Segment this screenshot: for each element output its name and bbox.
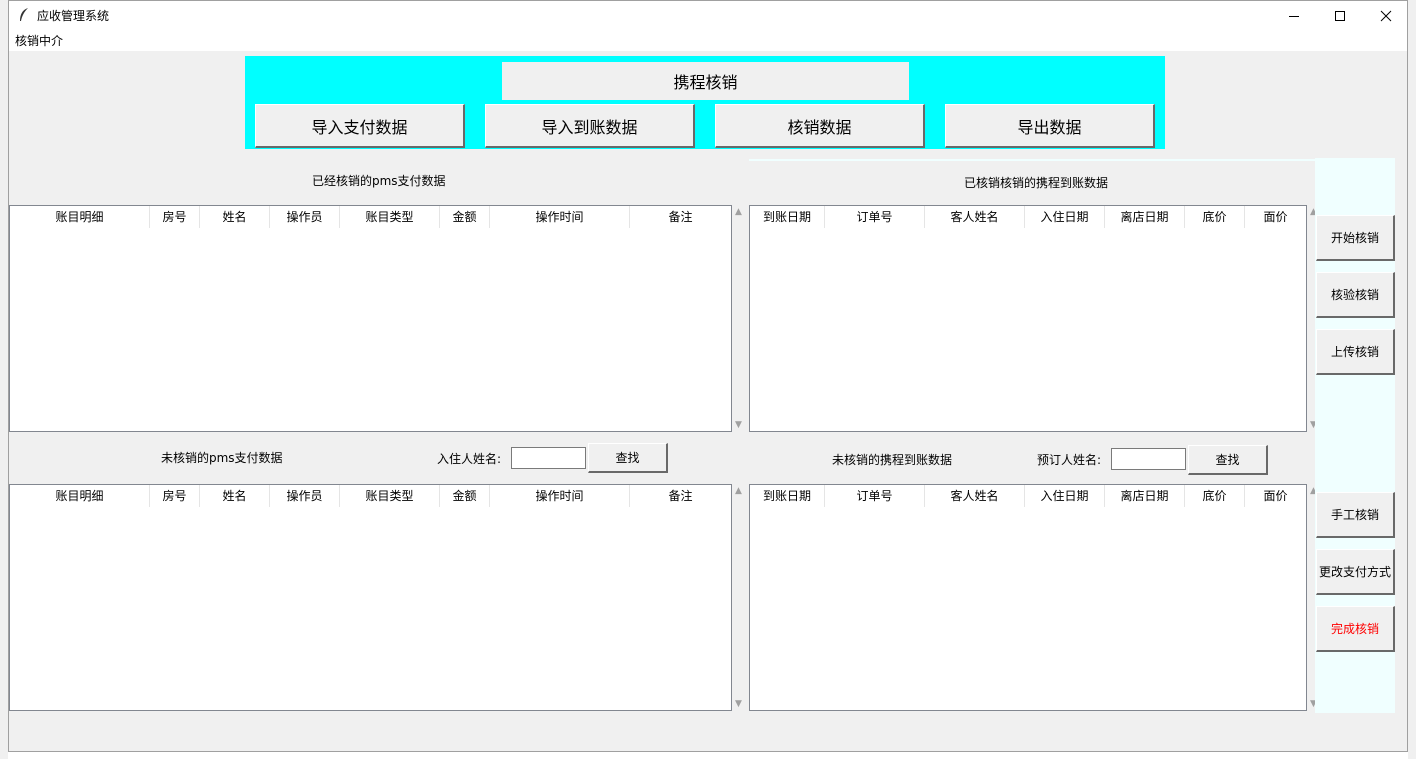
- start-reconcile-button[interactable]: 开始核销: [1316, 215, 1395, 261]
- scroll-up-icon[interactable]: ▲: [735, 486, 742, 496]
- menu-item-agent[interactable]: 核销中介: [15, 34, 63, 48]
- column-header[interactable]: 面价: [1245, 485, 1306, 507]
- divider: [749, 159, 1324, 161]
- reconciled-pms-table[interactable]: 账目明细 房号 姓名 操作员 账目类型 金额 操作时间 备注: [9, 205, 732, 432]
- column-header[interactable]: 操作时间: [490, 206, 630, 228]
- column-header[interactable]: 底价: [1185, 485, 1245, 507]
- title-bar: 应收管理系统: [9, 1, 1407, 31]
- column-header[interactable]: 客人姓名: [925, 485, 1025, 507]
- scrollbar[interactable]: ▲ ▼: [732, 205, 749, 432]
- reconcile-data-button[interactable]: 核销数据: [715, 104, 925, 148]
- column-header[interactable]: 账目明细: [10, 485, 150, 507]
- column-header[interactable]: 姓名: [200, 206, 270, 228]
- import-arrival-button[interactable]: 导入到账数据: [485, 104, 695, 148]
- scrollbar[interactable]: ▲ ▼: [732, 484, 749, 711]
- finish-reconcile-button[interactable]: 完成核销: [1316, 606, 1395, 652]
- column-header[interactable]: 订单号: [825, 485, 925, 507]
- upload-reconcile-button[interactable]: 上传核销: [1316, 329, 1395, 375]
- column-header[interactable]: 账目明细: [10, 206, 150, 228]
- search-ctrip-button[interactable]: 查找: [1188, 445, 1268, 475]
- minimize-button[interactable]: [1271, 1, 1317, 31]
- import-payment-button[interactable]: 导入支付数据: [255, 104, 465, 148]
- toolbar: 携程核销 导入支付数据 导入到账数据 核销数据 导出数据: [245, 56, 1165, 149]
- guest-name-input[interactable]: [511, 447, 586, 469]
- unreconciled-pms-title: 未核销的pms支付数据: [161, 451, 283, 465]
- column-header[interactable]: 房号: [150, 485, 200, 507]
- ctrip-reconcile-button[interactable]: 携程核销: [502, 62, 909, 100]
- column-header[interactable]: 入住日期: [1025, 206, 1105, 228]
- column-header[interactable]: 备注: [630, 206, 731, 228]
- column-header[interactable]: 到账日期: [750, 206, 825, 228]
- column-header[interactable]: 备注: [630, 485, 731, 507]
- column-header[interactable]: 离店日期: [1105, 206, 1185, 228]
- booker-name-label: 预订人姓名:: [1037, 453, 1102, 467]
- search-pms-button[interactable]: 查找: [588, 443, 668, 473]
- scroll-down-icon[interactable]: ▼: [735, 699, 742, 709]
- scroll-down-icon[interactable]: ▼: [735, 420, 742, 430]
- feather-icon: [18, 7, 30, 23]
- column-header[interactable]: 房号: [150, 206, 200, 228]
- column-header[interactable]: 面价: [1245, 206, 1306, 228]
- column-header[interactable]: 操作员: [270, 206, 340, 228]
- column-header[interactable]: 金额: [440, 485, 490, 507]
- background-left: [0, 0, 8, 759]
- column-header[interactable]: 金额: [440, 206, 490, 228]
- unreconciled-ctrip-title: 未核销的携程到账数据: [832, 453, 953, 467]
- column-header[interactable]: 客人姓名: [925, 206, 1025, 228]
- maximize-button[interactable]: [1317, 1, 1363, 31]
- column-header[interactable]: 操作时间: [490, 485, 630, 507]
- column-header[interactable]: 姓名: [200, 485, 270, 507]
- close-button[interactable]: [1363, 1, 1409, 31]
- window-title: 应收管理系统: [37, 9, 110, 23]
- unreconciled-ctrip-table[interactable]: 到账日期 订单号 客人姓名 入住日期 离店日期 底价 面价: [749, 484, 1307, 711]
- column-header[interactable]: 离店日期: [1105, 485, 1185, 507]
- reconciled-ctrip-table[interactable]: 到账日期 订单号 客人姓名 入住日期 离店日期 底价 面价: [749, 205, 1307, 432]
- change-payment-method-button[interactable]: 更改支付方式: [1316, 549, 1395, 595]
- column-header[interactable]: 操作员: [270, 485, 340, 507]
- scroll-up-icon[interactable]: ▲: [735, 207, 742, 217]
- column-header[interactable]: 到账日期: [750, 485, 825, 507]
- column-header[interactable]: 底价: [1185, 206, 1245, 228]
- background-right: [1408, 0, 1416, 759]
- app-window: 应收管理系统 核销中介 携程核销 导入支付数据 导入到账数据 核销数据 导出数据…: [8, 0, 1408, 752]
- export-data-button[interactable]: 导出数据: [945, 104, 1155, 148]
- column-header[interactable]: 入住日期: [1025, 485, 1105, 507]
- menu-bar: 核销中介: [9, 31, 1407, 51]
- reconciled-ctrip-title: 已核销核销的携程到账数据: [964, 176, 1109, 190]
- guest-name-label: 入住人姓名:: [437, 452, 502, 466]
- reconciled-pms-title: 已经核销的pms支付数据: [312, 174, 446, 188]
- verify-reconcile-button[interactable]: 核验核销: [1316, 272, 1395, 318]
- column-header[interactable]: 账目类型: [340, 206, 440, 228]
- unreconciled-pms-table[interactable]: 账目明细 房号 姓名 操作员 账目类型 金额 操作时间 备注: [9, 484, 732, 711]
- column-header[interactable]: 账目类型: [340, 485, 440, 507]
- column-header[interactable]: 订单号: [825, 206, 925, 228]
- booker-name-input[interactable]: [1111, 448, 1186, 470]
- manual-reconcile-button[interactable]: 手工核销: [1316, 492, 1395, 538]
